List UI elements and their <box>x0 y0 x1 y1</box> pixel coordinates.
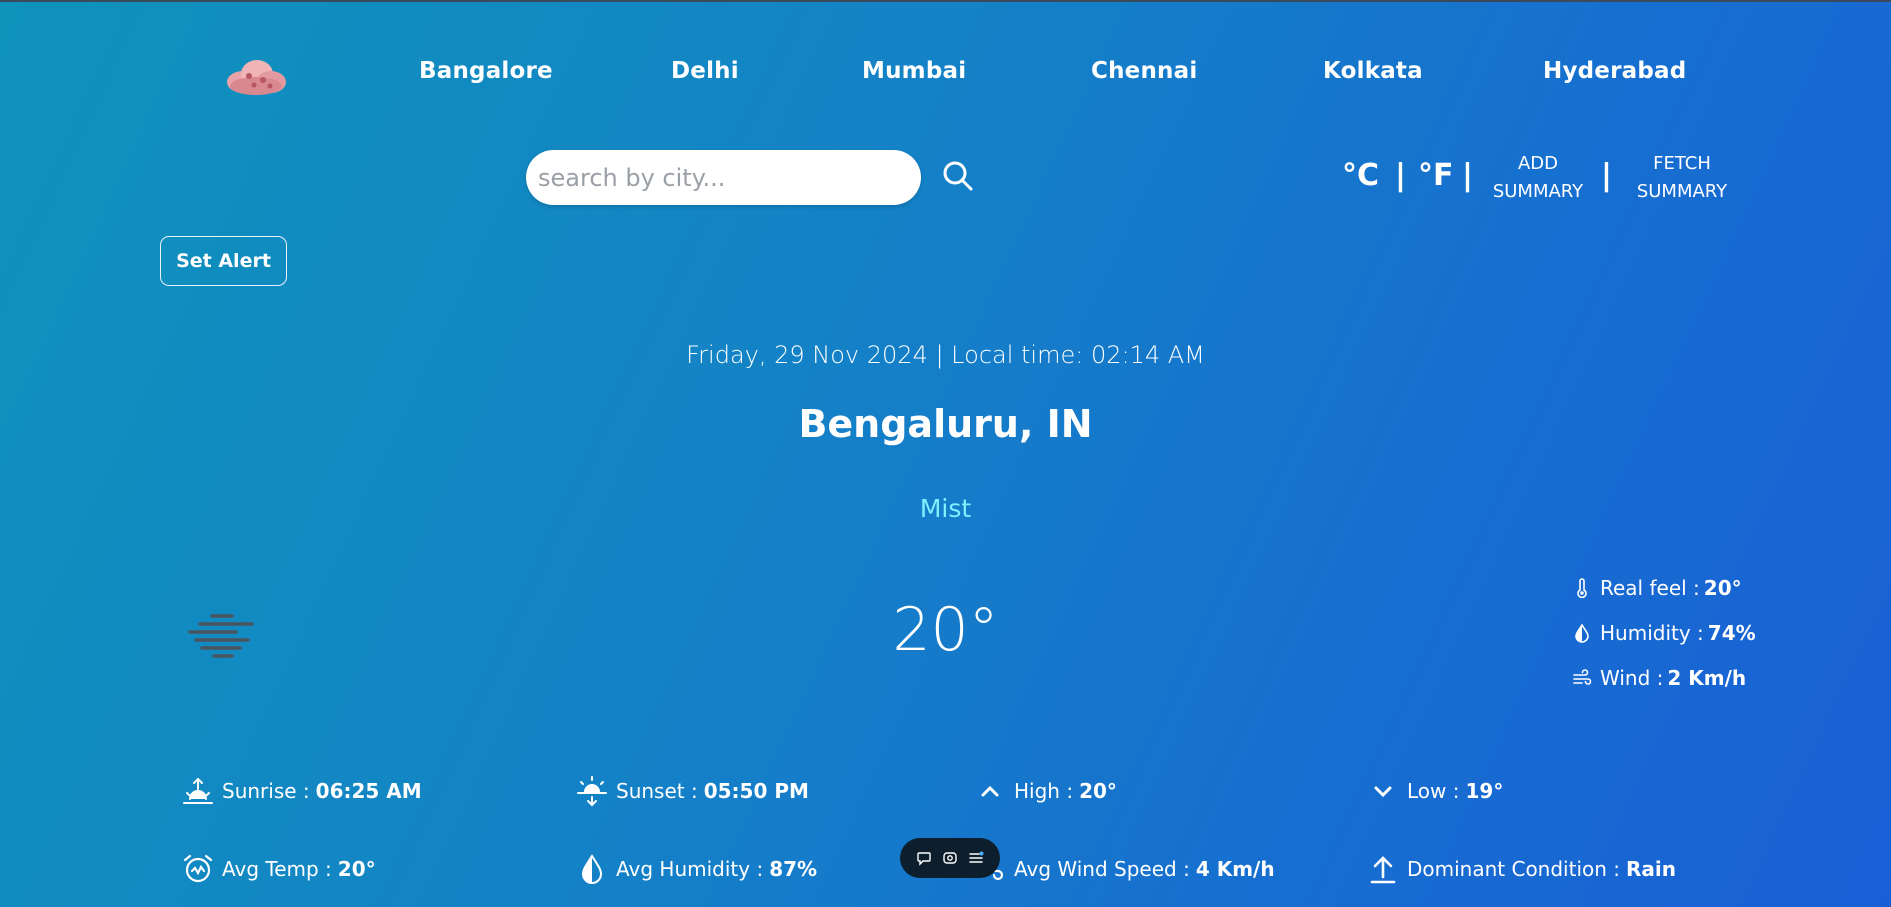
wind-value: 2 Km/h <box>1667 666 1747 690</box>
mist-icon <box>188 614 254 658</box>
wind-icon <box>1573 669 1592 685</box>
low-stat: Low :19° <box>1367 775 1503 807</box>
avg-temp-label: Avg Temp : <box>222 857 332 881</box>
humidity-drop-icon <box>1575 623 1589 643</box>
wind-row: Wind :2 Km/h <box>1572 666 1746 690</box>
city-name: Bengaluru, IN <box>798 402 1093 446</box>
avg-humidity-stat: Avg Humidity :87% <box>576 853 817 885</box>
avg-wind-stat: Avg Wind Speed :4 Km/h <box>974 853 1275 885</box>
nav-city-chennai[interactable]: Chennai <box>1091 58 1197 84</box>
search-box <box>526 150 921 205</box>
nav-city-mumbai[interactable]: Mumbai <box>862 58 966 84</box>
thermometer-icon <box>1577 578 1587 598</box>
capture-icon[interactable] <box>942 850 958 866</box>
avg-humidity-label: Avg Humidity : <box>616 857 764 881</box>
dominant-condition-value: Rain <box>1626 857 1677 881</box>
fetch-summary-line2: SUMMARY <box>1636 181 1728 202</box>
alarm-clock-icon <box>183 854 213 883</box>
real-feel-value: 20° <box>1703 576 1742 600</box>
sunrise-label: Sunrise : <box>222 779 310 803</box>
chevron-down-icon <box>1374 786 1392 798</box>
summary-separator: | <box>1601 158 1612 193</box>
search-icon[interactable] <box>942 160 974 192</box>
add-summary-button[interactable]: ADD SUMMARY <box>1490 150 1586 206</box>
date-time: Friday, 29 Nov 2024 | Local time: 02:14 … <box>686 341 1205 369</box>
chat-bubble-icon[interactable] <box>916 850 932 866</box>
fetch-summary-line1: FETCH <box>1653 153 1711 174</box>
sunrise-icon <box>183 777 213 804</box>
sunrise-stat: Sunrise :06:25 AM <box>182 775 422 807</box>
add-summary-line1: ADD <box>1517 153 1559 174</box>
chevron-up-icon <box>981 785 999 797</box>
avg-wind-value: 4 Km/h <box>1195 857 1275 881</box>
weather-condition: Mist <box>919 494 972 523</box>
sunrise-value: 06:25 AM <box>315 779 422 803</box>
floating-toolbar <box>900 838 1000 878</box>
nav-city-kolkata[interactable]: Kolkata <box>1323 58 1423 84</box>
dominant-condition-label: Dominant Condition : <box>1407 857 1621 881</box>
nav-city-hyderabad[interactable]: Hyderabad <box>1543 58 1686 84</box>
humidity-label: Humidity : <box>1600 621 1704 645</box>
avg-wind-label: Avg Wind Speed : <box>1014 857 1190 881</box>
high-value: 20° <box>1079 779 1117 803</box>
real-feel-row: Real feel :20° <box>1572 576 1742 600</box>
high-label: High : <box>1014 779 1074 803</box>
sunset-stat: Sunset :05:50 PM <box>576 775 809 807</box>
arrow-up-icon <box>1370 856 1396 884</box>
cloud-logo-icon[interactable] <box>223 56 289 96</box>
high-stat: High :20° <box>974 775 1117 807</box>
sunset-label: Sunset : <box>616 779 698 803</box>
avg-temp-value: 20° <box>337 857 376 881</box>
unit-separator: | <box>1395 158 1406 193</box>
nav-city-delhi[interactable]: Delhi <box>671 58 739 84</box>
humidity-drop-icon <box>581 854 603 884</box>
avg-humidity-value: 87% <box>769 857 818 881</box>
dominant-condition-stat: Dominant Condition : Rain <box>1367 853 1676 885</box>
humidity-row: Humidity :74% <box>1572 621 1756 645</box>
search-input[interactable] <box>536 162 900 193</box>
real-feel-label: Real feel : <box>1600 576 1700 600</box>
low-value: 19° <box>1465 779 1504 803</box>
add-summary-line2: SUMMARY <box>1492 181 1584 202</box>
low-label: Low : <box>1407 779 1460 803</box>
menu-settings-icon[interactable] <box>968 850 984 866</box>
fahrenheit-button[interactable]: °F <box>1418 158 1454 193</box>
avg-temp-stat: Avg Temp :20° <box>182 853 376 885</box>
top-border <box>0 0 1891 2</box>
unit-separator: | <box>1462 158 1473 193</box>
humidity-value: 74% <box>1707 621 1756 645</box>
wind-label: Wind : <box>1600 666 1664 690</box>
fetch-summary-button[interactable]: FETCH SUMMARY <box>1634 150 1730 206</box>
sunset-value: 05:50 PM <box>703 779 809 803</box>
set-alert-button[interactable]: Set Alert <box>160 236 287 286</box>
celsius-button[interactable]: °C <box>1342 158 1379 193</box>
sunset-icon <box>577 776 607 807</box>
nav-city-bangalore[interactable]: Bangalore <box>419 58 553 84</box>
